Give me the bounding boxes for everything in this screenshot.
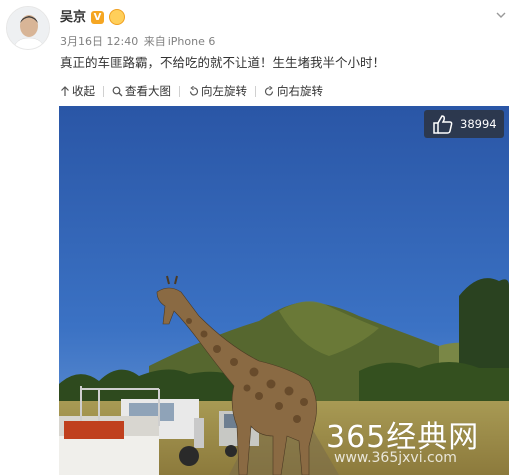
thumbs-up-icon — [433, 115, 453, 134]
collapse-label: 收起 — [72, 84, 95, 98]
view-large-button[interactable]: 查看大图 — [112, 83, 171, 99]
avatar-photo — [7, 7, 49, 49]
toolbar-divider — [179, 85, 180, 97]
like-count: 38994 — [460, 117, 497, 131]
chevron-down-icon[interactable] — [495, 9, 507, 21]
rotate-left-button[interactable]: 向左旋转 — [188, 83, 247, 99]
rotate-left-label: 向左旋转 — [201, 84, 247, 98]
member-medal-icon[interactable] — [109, 9, 125, 25]
author-name[interactable]: 吴京 — [60, 10, 86, 26]
image-toolbar: 收起 查看大图 向左旋转 向右旋转 — [60, 83, 323, 99]
search-icon — [112, 86, 123, 96]
avatar[interactable] — [6, 6, 50, 50]
rotate-right-icon — [264, 85, 274, 95]
rotate-right-button[interactable]: 向右旋转 — [264, 83, 323, 99]
like-badge[interactable]: 38994 — [424, 110, 504, 138]
source-prefix: 来自 — [143, 35, 166, 48]
v-verified-icon: V — [91, 11, 104, 24]
post-text: 真正的车匪路霸，不给吃的就不让道！生生堵我半个小时！ — [60, 55, 386, 70]
collapse-button[interactable]: 收起 — [60, 83, 95, 99]
rotate-right-label: 向右旋转 — [277, 84, 323, 98]
post-timestamp[interactable]: 3月16日 12:40 — [60, 35, 138, 48]
site-watermark-url: www.365jxvi.com — [334, 450, 457, 466]
post-source[interactable]: iPhone 6 — [168, 35, 216, 48]
post-meta: 3月16日 12:40 来自 iPhone 6 — [60, 35, 215, 49]
rotate-left-icon — [189, 85, 199, 95]
view-large-label: 查看大图 — [125, 84, 171, 98]
arrow-up-icon — [61, 85, 69, 96]
toolbar-divider — [255, 85, 256, 97]
toolbar-divider — [103, 85, 104, 97]
